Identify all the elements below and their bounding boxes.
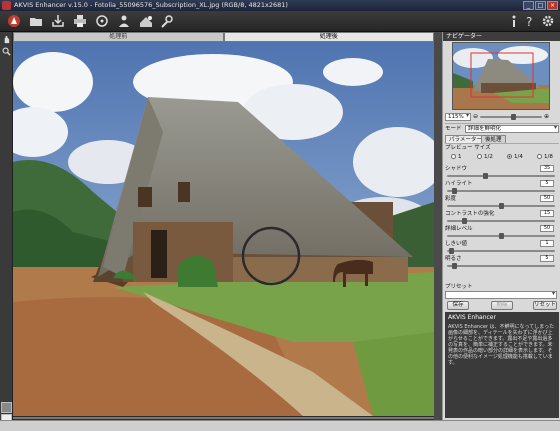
tab-postprocessing[interactable]: 後処理 [481,135,506,143]
background-color-swatch[interactable] [1,402,12,413]
param-value-field[interactable]: 15 [540,210,554,217]
preview-option-1-4[interactable]: 1/4 [507,153,523,161]
navigator-thumbnail[interactable] [452,42,550,110]
param-row: シャドウ 35 [445,165,559,173]
maximize-button[interactable]: □ [535,1,546,10]
param-row: しきい値 1 [445,240,559,248]
zoom-tool-icon[interactable] [1,46,12,57]
param-value-field[interactable]: 1 [540,240,554,247]
param-slider-knob[interactable] [462,218,467,224]
param-slider[interactable] [447,233,555,239]
param-slider[interactable] [447,218,555,224]
minimize-button[interactable]: _ [523,1,534,10]
window-title: AKVIS Enhancer v.15.0 - Fotolia_55096576… [14,1,288,9]
param-row: 彩度 50 [445,195,559,203]
mode-label: モード [445,126,462,132]
zoom-slider[interactable] [480,113,543,120]
preferences-icon[interactable] [160,13,176,29]
mode-select[interactable]: 詳細を鮮明化 [465,125,559,133]
param-label: シャドウ [445,166,468,172]
preview-option-1[interactable]: 1 [451,153,462,161]
preview-option-1-8[interactable]: 1/8 [537,153,553,161]
param-slider[interactable] [447,188,555,194]
mode-row: モード 詳細を鮮明化 [445,125,559,133]
presets-select[interactable] [445,291,557,299]
param-slider[interactable] [447,203,555,209]
param-slider[interactable] [447,248,555,254]
param-value-field[interactable]: 35 [540,165,554,172]
right-panel: ナビゲーター 115% ⊖ ⊕ モード 詳細を鮮明化 パラメーター 後処理 プレ… [442,32,560,420]
param-value-field[interactable]: 50 [540,225,554,232]
zoom-in-icon[interactable]: ⊕ [544,113,549,120]
zoom-select[interactable]: 115% [445,112,471,121]
navigator-header: ナビゲーター [443,32,560,41]
param-slider[interactable] [447,263,555,269]
preset-save-button[interactable]: 保存 [447,301,469,310]
print-icon[interactable] [72,13,88,29]
preview-size-options: 1 1/2 1/4 1/8 [445,153,559,161]
param-label: コントラストの強化 [445,211,495,217]
preset-reset-button[interactable]: リセット [533,301,557,310]
left-toolbox [0,32,13,425]
param-value-field[interactable]: 5 [540,180,554,187]
app-logo-icon [6,13,22,29]
image-canvas[interactable] [13,42,434,416]
save-icon[interactable] [50,13,66,29]
zoom-row: 115% ⊖ ⊕ [445,112,559,121]
preset-delete-button[interactable]: 削除 [491,301,513,310]
about-icon[interactable] [506,13,522,29]
param-slider-knob[interactable] [499,233,504,239]
param-label: 詳細レベル [445,226,473,232]
help-icon[interactable]: ? [522,13,538,29]
param-label: 彩度 [445,196,457,202]
param-label: 明るさ [445,256,462,262]
param-slider-knob[interactable] [452,263,457,269]
hand-tool-icon[interactable] [1,34,12,45]
preview-size-label: プレビュー サイズ [445,145,491,151]
param-row: 詳細レベル 50 [445,225,559,233]
tab-after[interactable]: 処理後 [223,32,434,42]
window-controls: _ □ × [523,1,558,10]
zoom-slider-knob[interactable] [511,113,517,120]
close-button[interactable]: × [547,1,558,10]
param-slider-knob[interactable] [499,203,504,209]
tab-parameters[interactable]: パラメーター [445,135,486,143]
open-icon[interactable] [28,13,44,29]
param-row: コントラストの強化 15 [445,210,559,218]
toolbar: ? [0,11,560,32]
help-title: AKVIS Enhancer [448,314,496,321]
view-tabs: 処理前 処理後 [13,32,434,42]
title-bar: AKVIS Enhancer v.15.0 - Fotolia_55096576… [0,0,560,11]
param-label: しきい値 [445,241,468,247]
help-text: AKVIS Enhancer は、不鮮明になってしまった画像の細部を、ディテール… [448,324,555,366]
help-panel: AKVIS Enhancer AKVIS Enhancer は、不鮮明になってし… [445,312,559,418]
batch-icon[interactable] [94,13,110,29]
zoom-out-icon[interactable]: ⊖ [473,113,478,120]
svg-text:?: ? [526,15,532,28]
settings-icon[interactable] [540,13,556,29]
app-icon [2,1,11,10]
share-icon[interactable] [116,13,132,29]
status-bar [0,420,560,431]
preview-option-1-2[interactable]: 1/2 [477,153,493,161]
presets-label: プリセット [445,284,473,290]
param-value-field[interactable]: 5 [540,255,554,262]
photo-barn [13,42,434,416]
param-slider-knob[interactable] [483,173,488,179]
plugin-icon[interactable] [138,13,154,29]
param-label: ハイライト [445,181,473,187]
tab-before[interactable]: 処理前 [13,32,224,42]
param-slider-knob[interactable] [452,188,457,194]
param-row: 明るさ 5 [445,255,559,263]
param-value-field[interactable]: 50 [540,195,554,202]
param-row: ハイライト 5 [445,180,559,188]
param-slider-knob[interactable] [449,248,454,254]
param-slider[interactable] [447,173,555,179]
